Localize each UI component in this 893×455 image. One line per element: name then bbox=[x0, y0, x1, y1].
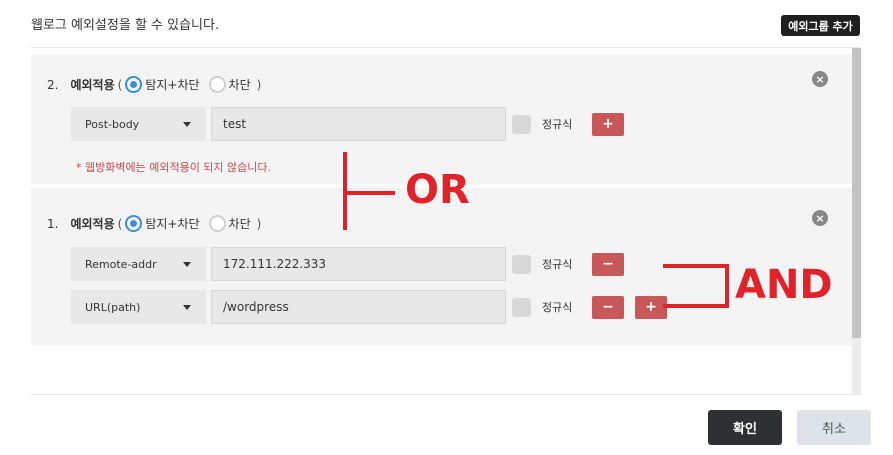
cancel-button[interactable]: 취소 bbox=[797, 410, 871, 445]
and-bracket bbox=[663, 264, 729, 308]
confirm-button[interactable]: 확인 bbox=[708, 410, 782, 445]
annotation-lines bbox=[343, 152, 729, 308]
or-annotation-label: OR bbox=[405, 167, 470, 213]
and-annotation-label: AND bbox=[735, 262, 833, 308]
